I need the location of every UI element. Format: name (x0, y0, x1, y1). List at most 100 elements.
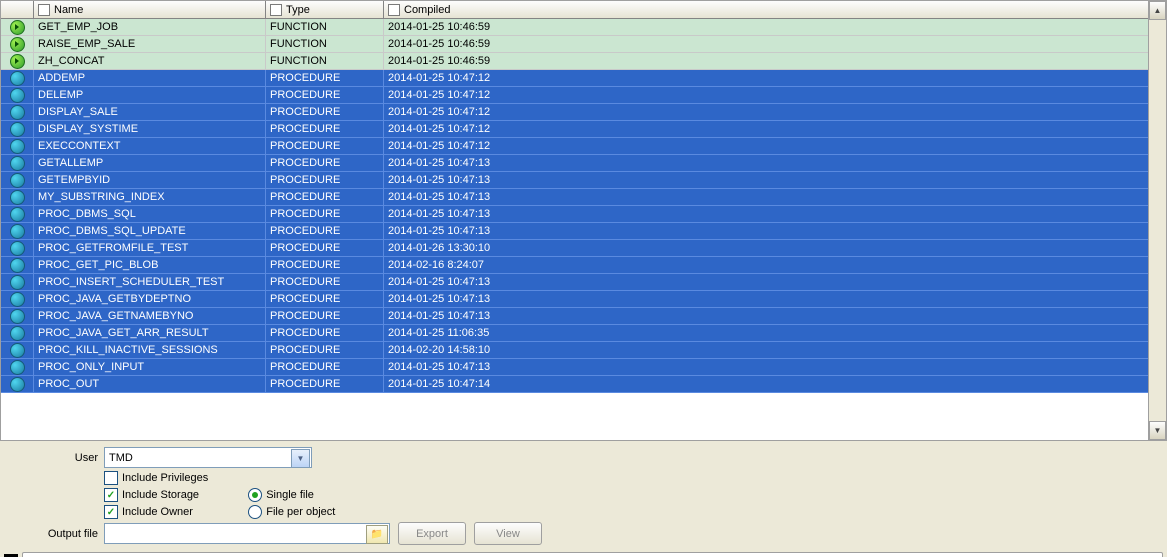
row-type: PROCEDURE (266, 257, 384, 274)
scroll-track[interactable] (1149, 20, 1166, 421)
view-button[interactable]: View (474, 522, 542, 545)
table-row[interactable]: EXECCONTEXTPROCEDURE2014-01-25 10:47:12 (1, 138, 1166, 155)
user-combo[interactable]: TMD ▼ (104, 447, 312, 468)
output-file-input[interactable]: 📁 (104, 523, 390, 544)
table-row[interactable]: PROC_DBMS_SQLPROCEDURE2014-01-25 10:47:1… (1, 206, 1166, 223)
row-type: PROCEDURE (266, 206, 384, 223)
row-type: FUNCTION (266, 36, 384, 53)
file-per-object-option[interactable]: File per object (248, 505, 335, 519)
row-type: PROCEDURE (266, 172, 384, 189)
function-icon (10, 54, 25, 69)
checkbox-icon[interactable]: ✓ (104, 488, 118, 502)
procedure-icon (10, 241, 25, 256)
header-type-check-icon[interactable] (270, 4, 282, 16)
table-row[interactable]: PROC_OUTPROCEDURE2014-01-25 10:47:14 (1, 376, 1166, 393)
row-name: PROC_KILL_INACTIVE_SESSIONS (34, 342, 266, 359)
table-row[interactable]: ZH_CONCATFUNCTION2014-01-25 10:46:59 (1, 53, 1166, 70)
row-compiled: 2014-02-16 8:24:07 (384, 257, 1166, 274)
include-owner-option[interactable]: ✓ Include Owner (104, 505, 208, 519)
procedure-icon (10, 71, 25, 86)
row-type: PROCEDURE (266, 189, 384, 206)
include-storage-option[interactable]: ✓ Include Storage (104, 488, 208, 502)
table-row[interactable]: MY_SUBSTRING_INDEXPROCEDURE2014-01-25 10… (1, 189, 1166, 206)
procedure-icon (10, 343, 25, 358)
user-combo-value: TMD (109, 452, 133, 464)
table-row[interactable]: PROC_GETFROMFILE_TESTPROCEDURE2014-01-26… (1, 240, 1166, 257)
scroll-up-icon[interactable]: ▲ (1149, 1, 1166, 20)
checkbox-icon[interactable]: ✓ (104, 505, 118, 519)
procedure-icon (10, 224, 25, 239)
table-row[interactable]: GETEMPBYIDPROCEDURE2014-01-25 10:47:13 (1, 172, 1166, 189)
row-icon-cell (1, 359, 34, 376)
single-file-option[interactable]: Single file (248, 488, 335, 502)
row-compiled: 2014-01-25 10:47:12 (384, 121, 1166, 138)
procedure-icon (10, 360, 25, 375)
scroll-down-icon[interactable]: ▼ (1149, 421, 1166, 440)
table-row[interactable]: DELEMPPROCEDURE2014-01-25 10:47:12 (1, 87, 1166, 104)
procedure-icon (10, 173, 25, 188)
row-compiled: 2014-01-25 10:47:13 (384, 155, 1166, 172)
header-corner[interactable] (1, 1, 34, 18)
combo-dropdown-icon[interactable]: ▼ (291, 449, 310, 468)
browse-folder-icon[interactable]: 📁 (366, 525, 388, 544)
object-grid: Name Type Compiled GET_EMP_JOBFUNCTION20… (0, 0, 1167, 441)
table-row[interactable]: PROC_JAVA_GETNAMEBYNOPROCEDURE2014-01-25… (1, 308, 1166, 325)
row-compiled: 2014-01-25 10:47:12 (384, 138, 1166, 155)
radio-icon[interactable] (248, 505, 262, 519)
header-name[interactable]: Name (34, 1, 266, 18)
include-privileges-option[interactable]: Include Privileges (104, 471, 208, 485)
row-compiled: 2014-01-25 10:47:13 (384, 291, 1166, 308)
header-compiled-label: Compiled (404, 4, 450, 16)
row-compiled: 2014-01-25 10:47:13 (384, 274, 1166, 291)
row-name: PROC_JAVA_GETBYDEPTNO (34, 291, 266, 308)
row-type: PROCEDURE (266, 155, 384, 172)
table-row[interactable]: PROC_GET_PIC_BLOBPROCEDURE2014-02-16 8:2… (1, 257, 1166, 274)
row-compiled: 2014-01-25 10:47:12 (384, 87, 1166, 104)
procedure-icon (10, 156, 25, 171)
table-row[interactable]: PROC_DBMS_SQL_UPDATEPROCEDURE2014-01-25 … (1, 223, 1166, 240)
table-row[interactable]: DISPLAY_SYSTIMEPROCEDURE2014-01-25 10:47… (1, 121, 1166, 138)
table-row[interactable]: ADDEMPPROCEDURE2014-01-25 10:47:12 (1, 70, 1166, 87)
row-compiled: 2014-01-25 10:47:13 (384, 206, 1166, 223)
row-icon-cell (1, 87, 34, 104)
status-bar (0, 552, 1167, 557)
procedure-icon (10, 326, 25, 341)
checkbox-icon[interactable] (104, 471, 118, 485)
table-row[interactable]: RAISE_EMP_SALEFUNCTION2014-01-25 10:46:5… (1, 36, 1166, 53)
procedure-icon (10, 105, 25, 120)
row-compiled: 2014-01-25 10:47:13 (384, 223, 1166, 240)
procedure-icon (10, 139, 25, 154)
row-type: PROCEDURE (266, 359, 384, 376)
row-icon-cell (1, 138, 34, 155)
table-row[interactable]: PROC_KILL_INACTIVE_SESSIONSPROCEDURE2014… (1, 342, 1166, 359)
header-compiled[interactable]: Compiled (384, 1, 1166, 18)
table-row[interactable]: PROC_INSERT_SCHEDULER_TESTPROCEDURE2014-… (1, 274, 1166, 291)
table-row[interactable]: PROC_JAVA_GET_ARR_RESULTPROCEDURE2014-01… (1, 325, 1166, 342)
header-type[interactable]: Type (266, 1, 384, 18)
export-button[interactable]: Export (398, 522, 466, 545)
row-compiled: 2014-01-26 13:30:10 (384, 240, 1166, 257)
row-type: PROCEDURE (266, 138, 384, 155)
table-row[interactable]: GETALLEMPPROCEDURE2014-01-25 10:47:13 (1, 155, 1166, 172)
row-icon-cell (1, 36, 34, 53)
row-name: PROC_GET_PIC_BLOB (34, 257, 266, 274)
function-icon (10, 37, 25, 52)
table-row[interactable]: DISPLAY_SALEPROCEDURE2014-01-25 10:47:12 (1, 104, 1166, 121)
user-label: User (8, 452, 104, 464)
table-row[interactable]: PROC_JAVA_GETBYDEPTNOPROCEDURE2014-01-25… (1, 291, 1166, 308)
row-icon-cell (1, 104, 34, 121)
function-icon (10, 20, 25, 35)
row-compiled: 2014-01-25 10:46:59 (384, 36, 1166, 53)
vertical-scrollbar[interactable]: ▲ ▼ (1148, 1, 1166, 440)
header-name-check-icon[interactable] (38, 4, 50, 16)
grid-body[interactable]: GET_EMP_JOBFUNCTION2014-01-25 10:46:59RA… (1, 19, 1166, 440)
header-compiled-check-icon[interactable] (388, 4, 400, 16)
procedure-icon (10, 122, 25, 137)
row-icon-cell (1, 376, 34, 393)
table-row[interactable]: PROC_ONLY_INPUTPROCEDURE2014-01-25 10:47… (1, 359, 1166, 376)
row-type: PROCEDURE (266, 70, 384, 87)
radio-icon[interactable] (248, 488, 262, 502)
row-compiled: 2014-01-25 10:46:59 (384, 53, 1166, 70)
table-row[interactable]: GET_EMP_JOBFUNCTION2014-01-25 10:46:59 (1, 19, 1166, 36)
row-type: PROCEDURE (266, 223, 384, 240)
